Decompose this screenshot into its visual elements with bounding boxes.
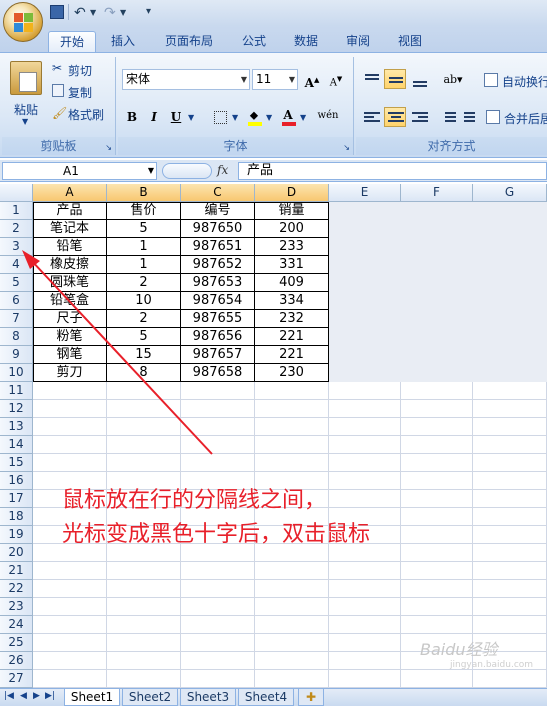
annotation-arrow [22, 250, 213, 455]
chevron-down-icon: ▼ [147, 166, 154, 175]
font-color-icon[interactable]: A [278, 105, 298, 126]
title-bar: ↶ ▼ ↷ ▼ ▾ [0, 0, 547, 42]
fill-color-dropdown-icon[interactable]: ▼ [266, 113, 272, 122]
underline-button[interactable]: U [166, 107, 186, 127]
align-right-icon[interactable] [408, 107, 430, 127]
toolbar-separator [68, 4, 69, 20]
ribbon: 粘贴 ▼ ✂ 剪切 复制 🖌 格式刷 剪贴板 ↘ 宋体 ▼ 11 ▼ A▲ A▼… [0, 52, 547, 158]
first-sheet-icon[interactable]: |◀ [4, 691, 14, 701]
copy-icon[interactable] [52, 84, 64, 97]
redo-icon[interactable]: ↷ [104, 5, 116, 21]
insert-function-icon[interactable]: fx [217, 163, 228, 177]
tab-formulas[interactable]: 公式 [232, 31, 276, 52]
alignment-group-label: 对齐方式 [356, 137, 547, 155]
sheet-tab-4[interactable]: Sheet4 [238, 689, 294, 706]
cut-button[interactable]: 剪切 [68, 62, 92, 79]
format-painter-icon[interactable]: 🖌 [52, 106, 67, 120]
phonetic-guide-icon[interactable]: wén [314, 105, 342, 125]
undo-dropdown-icon[interactable]: ▼ [90, 8, 96, 24]
next-sheet-icon[interactable]: ▶ [33, 691, 40, 701]
paste-button[interactable]: 粘贴 [14, 101, 38, 118]
baidu-watermark: Baidu经验 jingyan.baidu.com [420, 636, 533, 670]
tab-page-layout[interactable]: 页面布局 [154, 31, 224, 52]
sheet-tab-bar: |◀ ◀ ▶ ▶| Sheet1 Sheet2 Sheet3 Sheet4 ✚ [0, 688, 547, 706]
ribbon-tab-row: 开始 插入 页面布局 公式 数据 审阅 视图 [0, 26, 547, 52]
clipboard-launcher-icon[interactable]: ↘ [105, 143, 112, 152]
merge-center-button[interactable]: 合并后居 [504, 110, 547, 127]
font-launcher-icon[interactable]: ↘ [343, 143, 350, 152]
format-painter-button[interactable]: 格式刷 [68, 106, 104, 123]
underline-dropdown-icon[interactable]: ▼ [188, 113, 194, 122]
tab-data[interactable]: 数据 [284, 31, 328, 52]
shrink-font-icon[interactable]: A▼ [326, 69, 346, 89]
font-name-select[interactable]: 宋体 ▼ [122, 69, 250, 90]
italic-button[interactable]: I [144, 107, 164, 127]
decrease-indent-icon[interactable] [436, 107, 458, 127]
font-group-label: 字体 [118, 137, 353, 155]
tab-review[interactable]: 审阅 [336, 31, 380, 52]
align-middle-icon[interactable] [384, 69, 406, 89]
office-button[interactable] [3, 2, 43, 42]
office-logo-icon [14, 13, 34, 33]
customize-toolbar-icon[interactable]: ▾ [146, 6, 151, 22]
tab-home[interactable]: 开始 [48, 31, 96, 52]
formula-input[interactable]: 产品 [238, 162, 547, 180]
redo-dropdown-icon[interactable]: ▼ [120, 8, 126, 24]
wrap-text-button[interactable]: 自动换行 [502, 73, 547, 90]
align-top-icon[interactable] [360, 69, 382, 89]
watermark-brand: Baidu经验 [420, 640, 498, 659]
paste-icon[interactable] [10, 61, 42, 95]
align-left-icon[interactable] [360, 107, 382, 127]
formula-bar: A1 ▼ fx 产品 [0, 160, 547, 182]
grow-font-icon[interactable]: A▲ [302, 69, 322, 90]
increase-indent-icon[interactable] [460, 107, 482, 127]
alignment-group: ab▾ 自动换行 合并后居 对齐方式 [356, 57, 547, 155]
chevron-down-icon: ▼ [288, 75, 295, 84]
align-center-icon[interactable] [384, 107, 406, 127]
save-icon[interactable] [50, 5, 64, 19]
paste-dropdown-icon[interactable]: ▼ [22, 117, 28, 126]
font-size-value: 11 [256, 72, 272, 86]
watermark-url: jingyan.baidu.com [450, 660, 534, 670]
name-box-value: A1 [63, 164, 79, 178]
undo-icon[interactable]: ↶ [74, 5, 86, 21]
font-color-dropdown-icon[interactable]: ▼ [300, 113, 306, 122]
last-sheet-icon[interactable]: ▶| [45, 691, 55, 701]
clipboard-group: 粘贴 ▼ ✂ 剪切 复制 🖌 格式刷 剪贴板 ↘ [2, 57, 116, 155]
font-name-value: 宋体 [126, 72, 151, 86]
borders-dropdown-icon[interactable]: ▼ [232, 113, 238, 122]
cut-icon[interactable]: ✂ [52, 61, 62, 75]
orientation-icon[interactable]: ab▾ [438, 69, 468, 89]
font-group: 宋体 ▼ 11 ▼ A▲ A▼ B I U ▼ ▼ ⬥ ▼ A ▼ wén 字体… [118, 57, 354, 155]
sheet-tab-3[interactable]: Sheet3 [180, 689, 236, 706]
align-bottom-icon[interactable] [408, 69, 430, 89]
bold-button[interactable]: B [122, 107, 142, 127]
sheet-tab-2[interactable]: Sheet2 [122, 689, 178, 706]
tab-insert[interactable]: 插入 [100, 31, 146, 52]
worksheet-grid[interactable]: ABCDEFG 1 2 3 4 5 6 7 8 9 10 11 12 13 14 15 16 17 18 19 20 2… [0, 184, 547, 688]
wrap-text-icon[interactable] [484, 73, 498, 87]
font-size-select[interactable]: 11 ▼ [252, 69, 298, 90]
formula-bar-resize-handle[interactable] [162, 163, 212, 179]
clipboard-group-label: 剪贴板 [2, 137, 115, 155]
fill-color-icon[interactable]: ⬥ [244, 105, 264, 126]
insert-sheet-icon[interactable]: ✚ [298, 689, 324, 706]
tab-view[interactable]: 视图 [388, 31, 432, 52]
annotation-line-2: 光标变成黑色十字后，双击鼠标 [62, 522, 371, 547]
sheet-tab-1[interactable]: Sheet1 [64, 689, 120, 706]
name-box[interactable]: A1 ▼ [2, 162, 157, 180]
copy-button[interactable]: 复制 [68, 84, 92, 101]
borders-icon[interactable] [210, 107, 230, 127]
merge-center-icon[interactable] [486, 110, 500, 124]
chevron-down-icon: ▼ [240, 75, 247, 84]
prev-sheet-icon[interactable]: ◀ [20, 691, 27, 701]
annotation-line-1: 鼠标放在行的分隔线之间， [62, 488, 327, 513]
